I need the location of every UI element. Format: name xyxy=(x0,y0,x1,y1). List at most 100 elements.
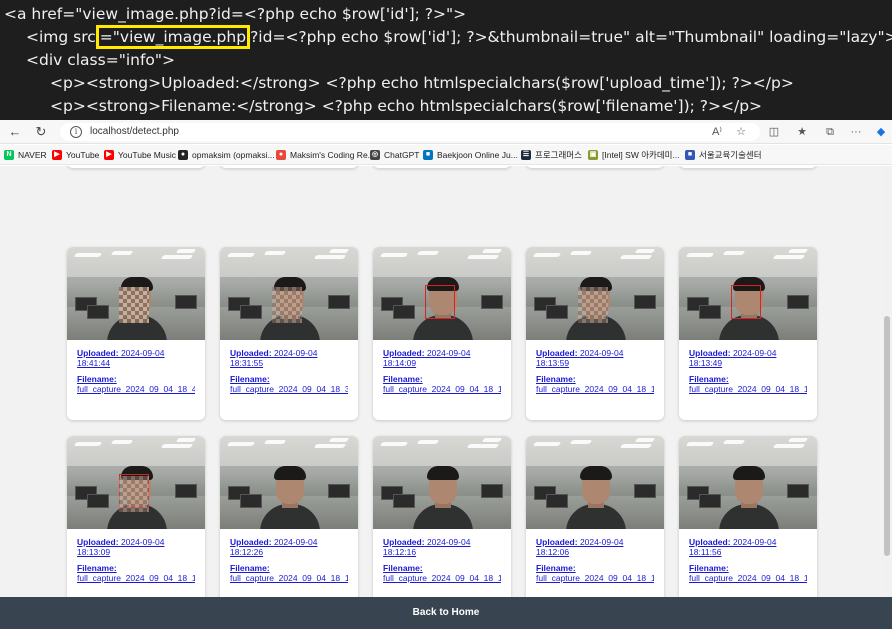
uploaded-line[interactable]: Uploaded: 2024-09-04 xyxy=(536,348,654,358)
bookmark-item[interactable]: ▶ YouTube Music xyxy=(104,148,176,162)
read-aloud-icon[interactable]: A⁾ xyxy=(708,123,726,141)
filename-value[interactable]: full_capture_2024_09_04_18_31 xyxy=(230,384,348,394)
filename-value[interactable]: full_capture_2024_09_04_18_12 xyxy=(230,573,348,583)
thumbnail-image[interactable] xyxy=(220,436,358,529)
filename-label[interactable]: Filename: xyxy=(536,563,654,573)
image-card[interactable]: Uploaded: 2024-09-0418:42:14Filename:ful… xyxy=(373,166,511,168)
ceiling-light xyxy=(685,442,715,446)
favorite-star-icon[interactable]: ☆ xyxy=(732,123,750,141)
thumbnail-image[interactable] xyxy=(373,247,511,340)
back-to-home-button[interactable]: Back to Home xyxy=(0,597,892,629)
ceiling-light xyxy=(160,255,194,259)
more-menu-icon[interactable]: ··· xyxy=(847,123,865,141)
filename-value[interactable]: full_capture_2024_09_04_18_13 xyxy=(536,384,654,394)
image-card[interactable]: Uploaded: 2024-09-04 18:31:55 Filename: ful… xyxy=(220,247,358,420)
bookmark-item[interactable]: ◎ ChatGPT xyxy=(370,148,419,162)
monitor xyxy=(481,295,503,309)
image-card[interactable]: Uploaded: 2024-09-0418:42:04Filename:ful… xyxy=(526,166,664,168)
filename-label[interactable]: Filename: xyxy=(230,563,348,573)
card-info: Uploaded: 2024-09-04 18:13:49 Filename: ful… xyxy=(679,340,817,420)
upload-time[interactable]: 18:13:09 xyxy=(77,547,195,557)
filename-label[interactable]: Filename: xyxy=(536,374,654,384)
uploaded-line[interactable]: Uploaded: 2024-09-04 xyxy=(230,348,348,358)
thumbnail-image[interactable] xyxy=(373,436,511,529)
image-card[interactable]: Uploaded: 2024-09-04 18:13:59 Filename: ful… xyxy=(526,247,664,420)
image-card[interactable]: Uploaded: 2024-09-04 18:41:44 Filename: ful… xyxy=(67,247,205,420)
filename-value[interactable]: full_capture_2024_09_04_18_11 xyxy=(689,573,807,583)
bookmark-item[interactable]: ■ Baekjoon Online Ju... xyxy=(423,148,518,162)
back-arrow-icon[interactable]: ← xyxy=(4,122,26,142)
filename-value[interactable]: full_capture_2024_09_04_18_13 xyxy=(77,573,195,583)
filename-label[interactable]: Filename: xyxy=(77,374,195,384)
uploaded-line[interactable]: Uploaded: 2024-09-04 xyxy=(536,537,654,547)
image-card[interactable]: Uploaded: 2024-09-04 18:12:06 Filename: ful… xyxy=(526,436,664,597)
scrollbar[interactable] xyxy=(882,166,892,597)
bookmark-item[interactable]: ■ 서울교육기술센터 xyxy=(685,148,762,162)
bookmark-item[interactable]: ▶ YouTube xyxy=(52,148,99,162)
uploaded-line[interactable]: Uploaded: 2024-09-04 xyxy=(383,348,501,358)
image-card[interactable]: Uploaded: 2024-09-0418:41:54Filename:ful… xyxy=(679,166,817,168)
site-info-icon[interactable]: i xyxy=(70,126,82,138)
uploaded-line[interactable]: Uploaded: 2024-09-04 xyxy=(230,537,348,547)
upload-time[interactable]: 18:12:26 xyxy=(230,547,348,557)
thumbnail-image[interactable] xyxy=(220,247,358,340)
filename-value[interactable]: full_capture_2024_09_04_18_41 xyxy=(77,384,195,394)
scrollbar-thumb[interactable] xyxy=(884,316,890,556)
filename-label[interactable]: Filename: xyxy=(383,563,501,573)
bookmark-item[interactable]: ▣ [Intel] SW 아카데미... xyxy=(588,148,680,162)
uploaded-line[interactable]: Uploaded: 2024-09-04 xyxy=(689,348,807,358)
upload-time[interactable]: 18:13:59 xyxy=(536,358,654,368)
ceiling-light xyxy=(175,249,197,253)
upload-time[interactable]: 18:14:09 xyxy=(383,358,501,368)
pixelated-face xyxy=(272,287,302,323)
image-card[interactable]: Uploaded: 2024-09-0418:44:34Filename:ful… xyxy=(220,166,358,168)
image-card[interactable]: Uploaded: 2024-09-0418:45:27Filename:ful… xyxy=(67,166,205,168)
thumbnail-image[interactable] xyxy=(67,436,205,529)
favorites-icon[interactable]: ★ xyxy=(793,123,811,141)
filename-label[interactable]: Filename: xyxy=(77,563,195,573)
upload-time[interactable]: 18:13:49 xyxy=(689,358,807,368)
split-screen-icon[interactable]: ◫ xyxy=(765,123,783,141)
upload-time[interactable]: 18:12:16 xyxy=(383,547,501,557)
thumbnail-image[interactable] xyxy=(67,247,205,340)
face-detection-box xyxy=(425,285,455,319)
filename-label[interactable]: Filename: xyxy=(689,563,807,573)
filename-value[interactable]: full_capture_2024_09_04_18_14 xyxy=(383,384,501,394)
bookmark-favicon-icon: N xyxy=(4,150,14,160)
upload-time[interactable]: 18:12:06 xyxy=(536,547,654,557)
thumbnail-image[interactable] xyxy=(679,436,817,529)
monitor xyxy=(328,295,350,309)
bookmark-item[interactable]: ● opmaksim (opmaksi... xyxy=(178,148,275,162)
upload-time[interactable]: 18:31:55 xyxy=(230,358,348,368)
filename-value[interactable]: full_capture_2024_09_04_18_12 xyxy=(383,573,501,583)
bookmark-item[interactable]: N NAVER xyxy=(4,148,47,162)
thumbnail-image[interactable] xyxy=(679,247,817,340)
uploaded-line[interactable]: Uploaded: 2024-09-04 xyxy=(689,537,807,547)
uploaded-line[interactable]: Uploaded: 2024-09-04 xyxy=(77,348,195,358)
filename-value[interactable]: full_capture_2024_09_04_18_12 xyxy=(536,573,654,583)
bookmark-item[interactable]: ● Maksim's Coding Re... xyxy=(276,148,375,162)
image-card[interactable]: Uploaded: 2024-09-04 18:14:09 Filename: ful… xyxy=(373,247,511,420)
upload-time[interactable]: 18:11:56 xyxy=(689,547,807,557)
address-bar[interactable]: i localhost/detect.php xyxy=(60,123,760,141)
copilot-icon[interactable]: ◆ xyxy=(872,123,890,141)
uploaded-line[interactable]: Uploaded: 2024-09-04 xyxy=(383,537,501,547)
filename-value[interactable]: full_capture_2024_09_04_18_13 xyxy=(689,384,807,394)
image-card[interactable]: Uploaded: 2024-09-04 18:12:26 Filename: ful… xyxy=(220,436,358,597)
thumbnail-image[interactable] xyxy=(526,436,664,529)
ceiling-light xyxy=(73,253,103,257)
uploaded-line[interactable]: Uploaded: 2024-09-04 xyxy=(77,537,195,547)
filename-label[interactable]: Filename: xyxy=(383,374,501,384)
image-card[interactable]: Uploaded: 2024-09-04 18:12:16 Filename: ful… xyxy=(373,436,511,597)
bookmark-item[interactable]: ☰ 프로그래머스 xyxy=(521,148,582,162)
filename-label[interactable]: Filename: xyxy=(230,374,348,384)
image-card[interactable]: Uploaded: 2024-09-04 18:13:49 Filename: ful… xyxy=(679,247,817,420)
refresh-icon[interactable]: ↻ xyxy=(30,122,52,142)
url-text[interactable]: localhost/detect.php xyxy=(90,125,179,139)
upload-time[interactable]: 18:41:44 xyxy=(77,358,195,368)
extensions-icon[interactable]: ⧉ xyxy=(821,123,839,141)
thumbnail-image[interactable] xyxy=(526,247,664,340)
image-card[interactable]: Uploaded: 2024-09-04 18:13:09 Filename: ful… xyxy=(67,436,205,597)
image-card[interactable]: Uploaded: 2024-09-04 18:11:56 Filename: ful… xyxy=(679,436,817,597)
filename-label[interactable]: Filename: xyxy=(689,374,807,384)
